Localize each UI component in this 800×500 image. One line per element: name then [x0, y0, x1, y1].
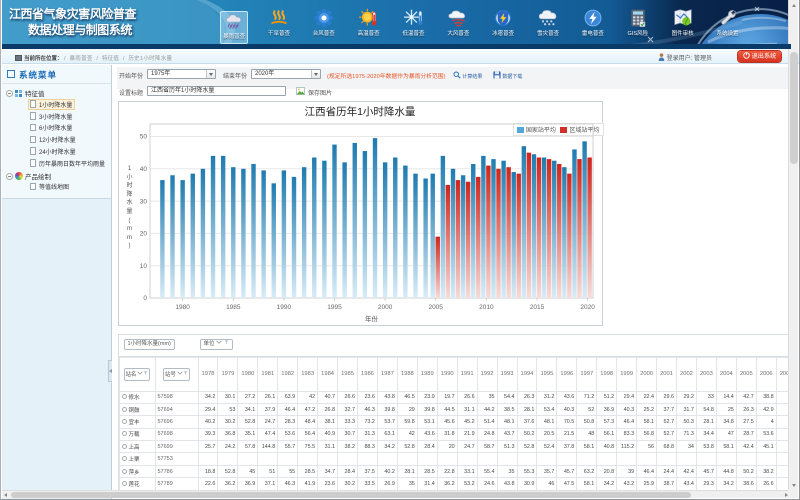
svg-text:2020: 2020: [580, 304, 595, 311]
svg-text:30: 30: [139, 198, 147, 205]
svg-text:2015: 2015: [529, 304, 544, 311]
svg-text:40: 40: [139, 166, 147, 173]
svg-text:0: 0: [143, 295, 147, 302]
svg-text:2005: 2005: [428, 304, 443, 311]
svg-text:1990: 1990: [276, 304, 291, 311]
svg-text:1980: 1980: [175, 304, 190, 311]
svg-text:1985: 1985: [226, 304, 241, 311]
svg-text:20: 20: [139, 231, 147, 238]
svg-text:50: 50: [139, 134, 147, 141]
svg-text:1995: 1995: [327, 304, 342, 311]
svg-text:年份: 年份: [365, 314, 379, 323]
svg-text:10: 10: [139, 263, 147, 270]
svg-text:2000: 2000: [377, 304, 392, 311]
svg-text:2010: 2010: [479, 304, 494, 311]
